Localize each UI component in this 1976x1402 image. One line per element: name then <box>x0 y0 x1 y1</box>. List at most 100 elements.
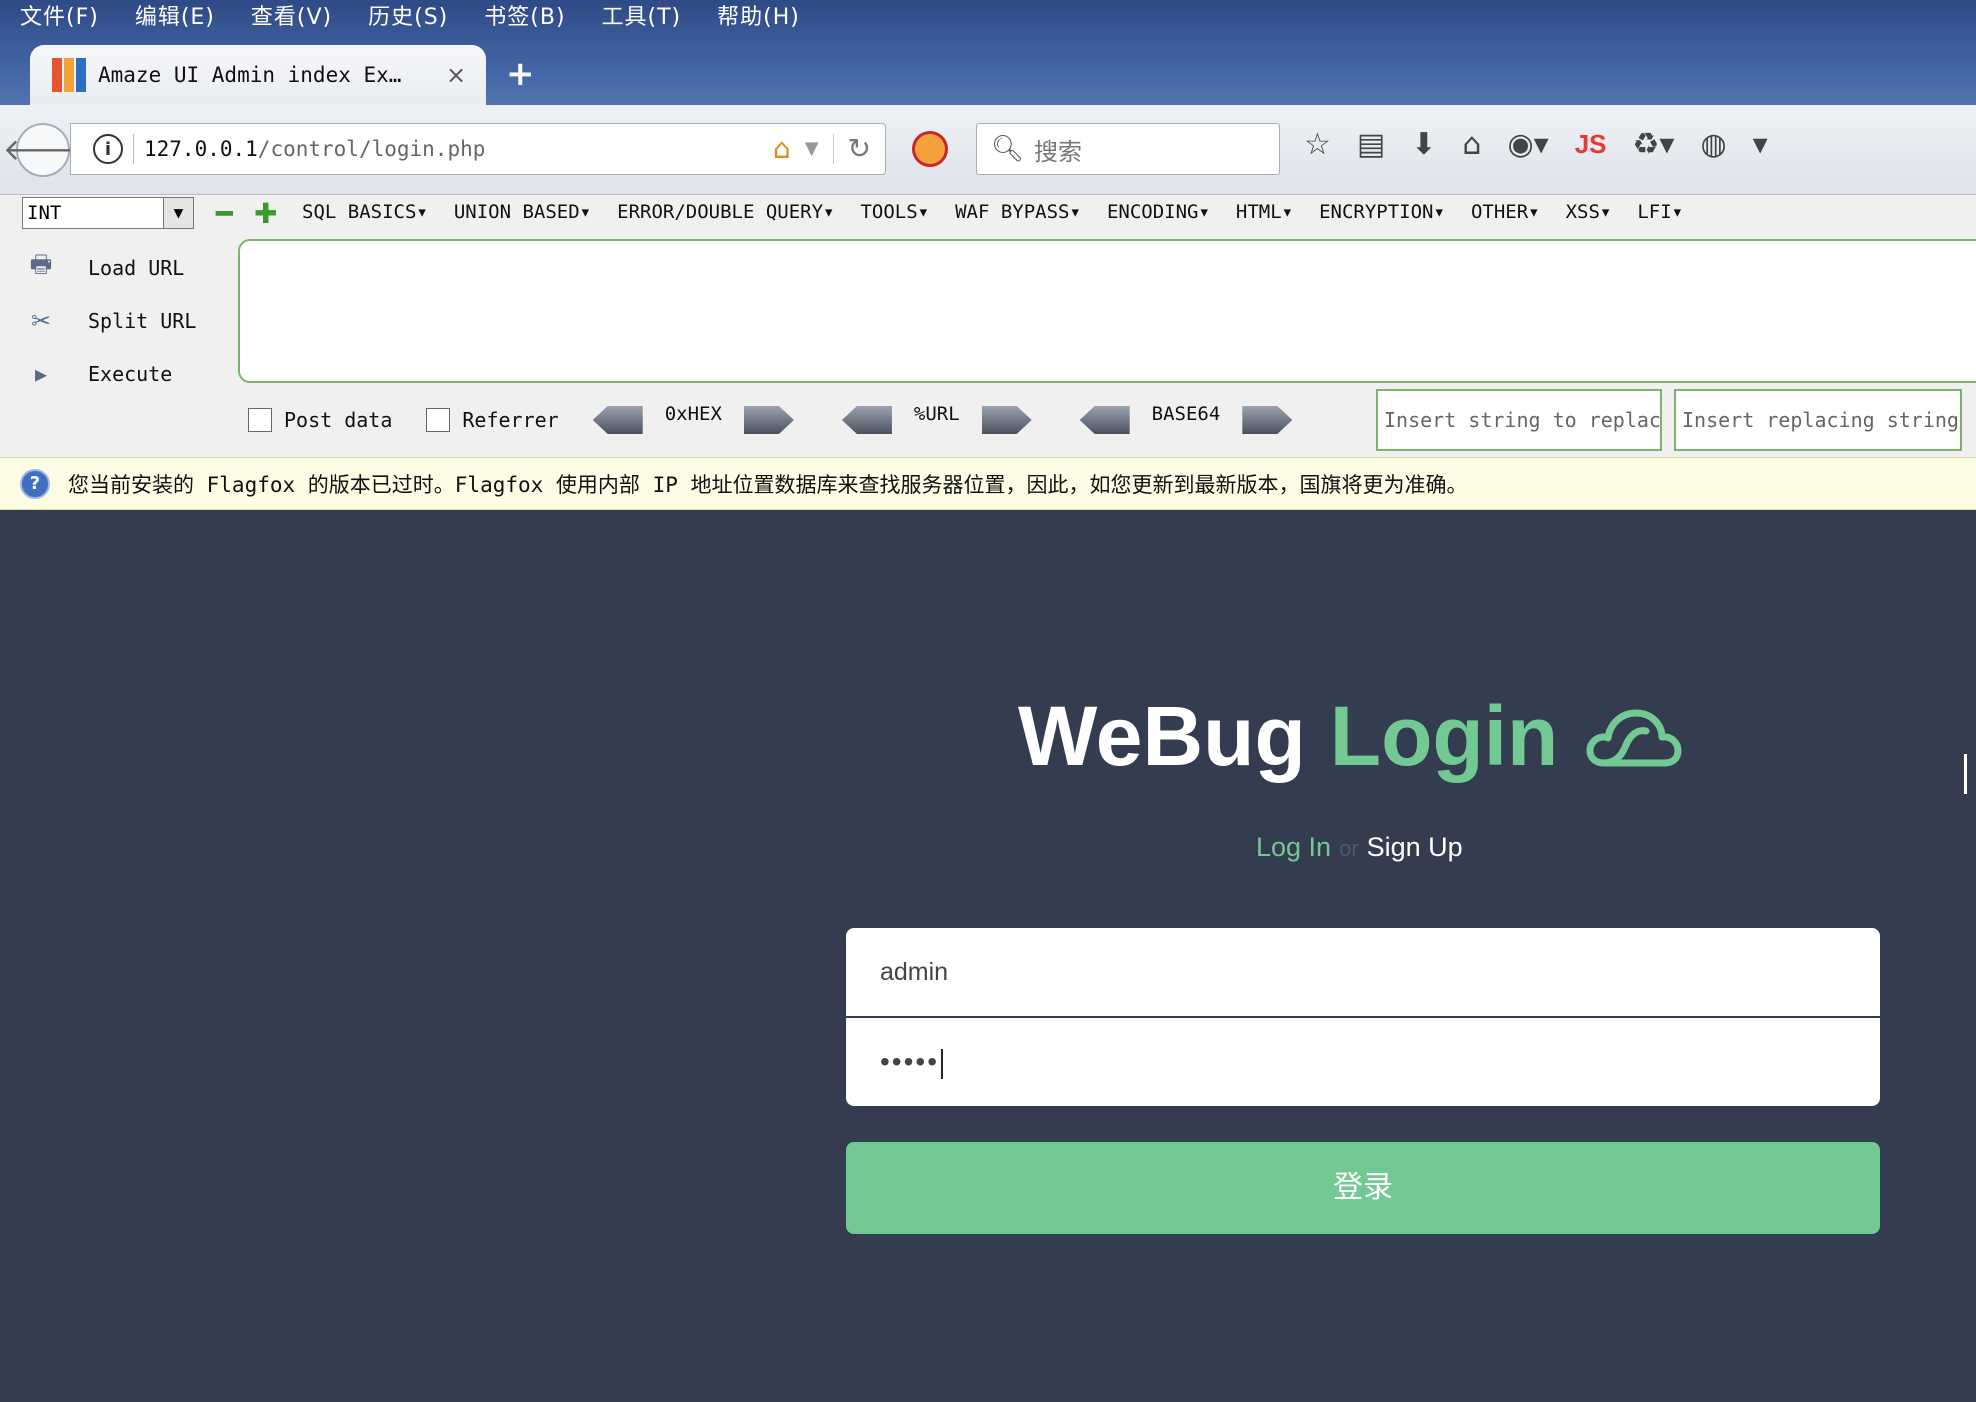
hb-menu-xss[interactable]: XSS▾ <box>1566 201 1612 223</box>
separator <box>832 133 834 164</box>
search-input[interactable]: 🔍︎ 搜索 <box>976 123 1280 175</box>
hackbar-panel: INT ▼ ━ ✚ SQL BASICS▾ UNION BASED▾ ERROR… <box>0 195 1976 457</box>
tab-close-icon[interactable]: × <box>446 61 466 89</box>
chevron-down-icon[interactable]: ▼ <box>805 138 819 159</box>
post-data-checkbox[interactable]: Post data <box>248 408 392 432</box>
menu-help[interactable]: 帮助(H) <box>717 0 800 31</box>
password-input[interactable]: ••••• <box>846 1018 1880 1106</box>
back-button[interactable]: 🡐 <box>3 123 83 177</box>
printer-icon: 🖶 <box>29 250 53 278</box>
referrer-checkbox[interactable]: Referrer <box>426 408 559 432</box>
post-data-label: Post data <box>284 408 393 432</box>
decode-arrow-icon[interactable] <box>841 406 892 434</box>
base64-label: BASE64 <box>1151 403 1221 425</box>
hb-menu-encryption[interactable]: ENCRYPTION▾ <box>1319 201 1445 223</box>
hackbar-menu: INT ▼ ━ ✚ SQL BASICS▾ UNION BASED▾ ERROR… <box>0 195 1976 235</box>
menu-history[interactable]: 历史(S) <box>368 0 448 31</box>
home-icon[interactable]: ⌂ <box>1462 127 1481 162</box>
chevron-down-icon[interactable]: ▼ <box>163 198 193 228</box>
url-separator <box>133 134 134 164</box>
referrer-label: Referrer <box>462 408 559 432</box>
encode-arrow-icon[interactable] <box>981 406 1032 434</box>
password-value: ••••• <box>880 1046 940 1077</box>
split-url-label: Split URL <box>88 308 197 333</box>
int-select[interactable]: INT ▼ <box>22 197 194 229</box>
plus-icon[interactable]: ✚ <box>254 197 277 230</box>
checkbox-box[interactable] <box>426 408 451 432</box>
menu-edit[interactable]: 编辑(E) <box>135 0 215 31</box>
play-icon: ▸ <box>34 359 48 388</box>
info-icon[interactable]: i <box>93 134 123 164</box>
noscript-icon[interactable] <box>912 131 948 167</box>
question-icon: ? <box>20 468 50 499</box>
notification-text: 您当前安装的 Flagfox 的版本已过时。Flagfox 使用内部 IP 地址… <box>68 472 1468 497</box>
replace-string-input[interactable]: Insert string to replace <box>1376 389 1662 451</box>
title-login: Login <box>1329 689 1559 783</box>
menu-tools[interactable]: 工具(T) <box>602 0 682 31</box>
split-url-button[interactable]: ✂ Split URL <box>24 294 196 347</box>
hb-menu-error-double-query[interactable]: ERROR/DOUBLE QUERY▾ <box>617 201 834 223</box>
int-select-value: INT <box>27 202 62 224</box>
hb-menu-lfi[interactable]: LFI▾ <box>1637 201 1683 223</box>
log-in-link[interactable]: Log In <box>1256 832 1331 862</box>
new-tab-button[interactable]: + <box>506 54 535 94</box>
hb-menu-html[interactable]: HTML▾ <box>1236 201 1293 223</box>
url-label: %URL <box>913 403 960 425</box>
hex-label: 0xHEX <box>664 403 722 425</box>
hb-menu-tools[interactable]: TOOLS▾ <box>860 201 929 223</box>
execute-label: Execute <box>88 361 173 386</box>
address-bar[interactable]: i 127.0.0.1/control/login.php ⌂ ▼ ↻ <box>70 123 886 175</box>
scroll-indicator <box>1964 754 1967 794</box>
hex-encoder: 0xHEX <box>592 403 794 434</box>
username-input[interactable]: admin <box>846 928 1880 1016</box>
cloud-icon <box>1586 709 1682 766</box>
search-icon: 🔍︎ <box>991 134 1025 164</box>
hb-menu-waf-bypass[interactable]: WAF BYPASS▾ <box>955 201 1081 223</box>
base64-encoder: BASE64 <box>1079 403 1293 434</box>
hackbar-url-textarea[interactable] <box>238 239 1976 383</box>
palette-icon[interactable]: ◍ <box>1700 127 1726 162</box>
menu-file[interactable]: 文件(F) <box>20 0 99 31</box>
encode-arrow-icon[interactable] <box>1242 406 1293 434</box>
reload-icon[interactable]: ↻ <box>848 132 871 165</box>
hb-menu-encoding[interactable]: ENCODING▾ <box>1107 201 1210 223</box>
menu-view[interactable]: 查看(V) <box>251 0 332 31</box>
download-icon[interactable]: ⬇ <box>1411 127 1436 162</box>
home-icon[interactable]: ⌂ <box>773 132 791 165</box>
encode-arrow-icon[interactable] <box>743 406 794 434</box>
menu-bar: 文件(F) 编辑(E) 查看(V) 历史(S) 书签(B) 工具(T) 帮助(H… <box>20 0 800 30</box>
replacing-string-input[interactable]: Insert replacing string <box>1674 389 1962 451</box>
checkbox-box[interactable] <box>248 408 272 432</box>
browser-tab[interactable]: Amaze UI Admin index Ex… × <box>30 45 486 105</box>
menu-overflow-icon[interactable]: ▾ <box>1753 127 1768 162</box>
toolbar-icons: ☆ ▤ ⬇ ⌂ ◉▾ JS ♻▾ ◍ ▾ <box>1304 127 1768 162</box>
hackbar-actions: 🖶 Load URL ✂ Split URL ▸ Execute <box>24 241 197 400</box>
tab-title: Amaze UI Admin index Ex… <box>98 63 402 87</box>
decode-arrow-icon[interactable] <box>1079 406 1130 434</box>
navigation-toolbar: 🡐 i 127.0.0.1/control/login.php ⌂ ▼ ↻ 🔍︎… <box>0 105 1976 195</box>
star-icon[interactable]: ☆ <box>1304 127 1331 162</box>
reading-list-icon[interactable]: ▤ <box>1357 127 1385 162</box>
decode-arrow-icon[interactable] <box>592 406 643 434</box>
menu-bookmarks[interactable]: 书签(B) <box>484 0 565 31</box>
globe-icon[interactable]: ◉▾ <box>1507 127 1548 162</box>
login-submit-button[interactable]: 登录 <box>846 1142 1880 1234</box>
load-url-button[interactable]: 🖶 Load URL <box>24 241 196 294</box>
page-title: WeBug Login <box>1018 688 1682 785</box>
execute-button[interactable]: ▸ Execute <box>24 347 196 400</box>
sync-icon[interactable]: ♻▾ <box>1633 127 1675 162</box>
hb-menu-other[interactable]: OTHER▾ <box>1471 201 1540 223</box>
hackbar-menu-items: SQL BASICS▾ UNION BASED▾ ERROR/DOUBLE QU… <box>302 201 1683 223</box>
browser-chrome: 文件(F) 编辑(E) 查看(V) 历史(S) 书签(B) 工具(T) 帮助(H… <box>0 0 1976 105</box>
url-path: /control/login.php <box>257 137 486 161</box>
text-caret <box>941 1048 944 1079</box>
hb-menu-union-based[interactable]: UNION BASED▾ <box>454 201 591 223</box>
minus-icon[interactable]: ━ <box>216 197 233 230</box>
title-webug: WeBug <box>1018 689 1306 783</box>
hb-menu-sql-basics[interactable]: SQL BASICS▾ <box>302 201 428 223</box>
js-toggle-icon[interactable]: JS <box>1575 129 1607 160</box>
auth-switch: Log In or Sign Up <box>1256 832 1463 863</box>
login-page: WeBug Login Log In or Sign Up admin ••••• … <box>0 510 1976 1402</box>
sign-up-link[interactable]: Sign Up <box>1367 832 1463 862</box>
address-bar-actions: ⌂ ▼ ↻ <box>773 132 871 165</box>
